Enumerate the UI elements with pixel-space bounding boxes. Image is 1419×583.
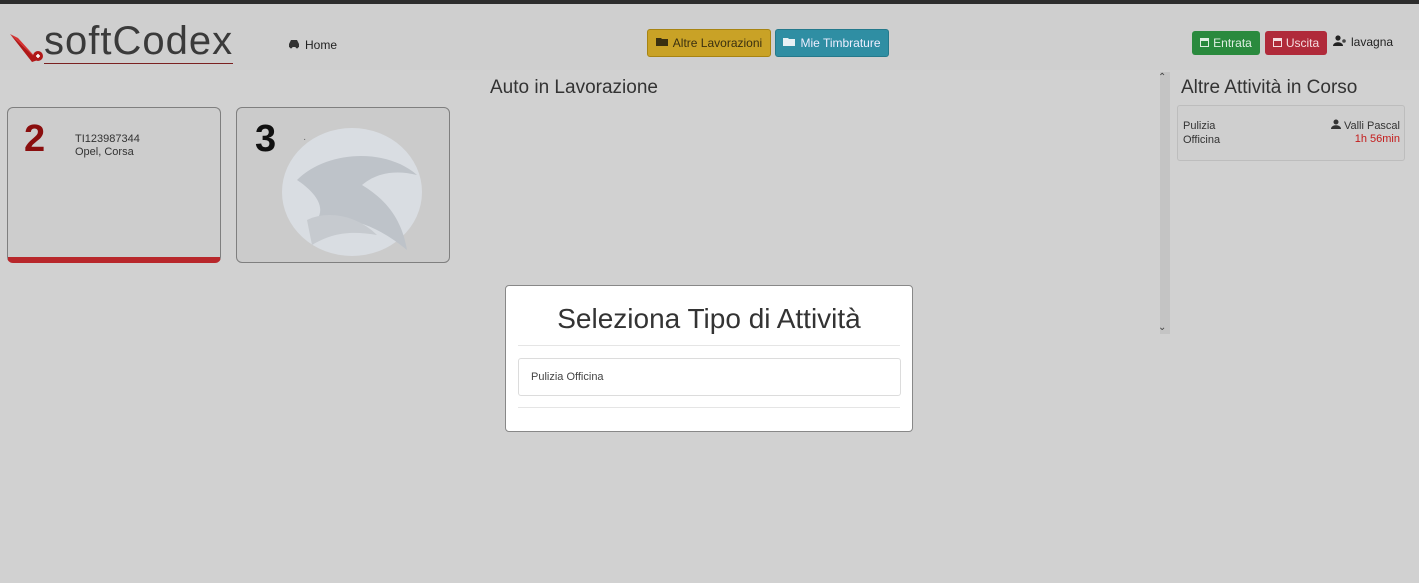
- dolphin-watermark-icon: [267, 120, 437, 260]
- home-label: Home: [305, 38, 338, 52]
- uscita-label: Uscita: [1285, 36, 1320, 50]
- folder-open-icon: [655, 36, 669, 50]
- user-label: lavagna: [1351, 35, 1394, 49]
- mie-timbrature-label: Mie Timbrature: [800, 36, 881, 50]
- scroll-up-icon[interactable]: ⌃: [1158, 72, 1166, 83]
- activity-name: Pulizia Officina: [1183, 119, 1220, 147]
- activity-type-modal: Seleziona Tipo di Attività Pulizia Offic…: [505, 285, 913, 432]
- card-model: Opel, Corsa: [75, 146, 134, 158]
- modal-divider: [518, 407, 900, 408]
- vehicle-card[interactable]: 3 ·: [236, 107, 450, 263]
- calendar-icon: [1200, 36, 1210, 50]
- altre-lavorazioni-button[interactable]: Altre Lavorazioni: [647, 29, 771, 57]
- card-info: TI123987344 Opel, Corsa: [75, 133, 140, 159]
- card-number: 2: [24, 118, 46, 160]
- header: softCodex Home Altre Lavorazioni Mie Tim…: [0, 4, 1419, 70]
- home-link[interactable]: Home: [287, 38, 337, 52]
- entrata-label: Entrata: [1213, 36, 1252, 50]
- person-name: Valli Pascal: [1343, 119, 1400, 132]
- uscita-button[interactable]: Uscita: [1265, 31, 1327, 55]
- logo-text: softCodex: [44, 19, 234, 64]
- section-title: Auto in Lavorazione: [490, 77, 658, 98]
- calendar-icon: [1272, 36, 1282, 50]
- users-icon: [1333, 35, 1347, 49]
- card-marker: ·: [303, 134, 307, 145]
- user-icon: [1330, 119, 1341, 132]
- app-root: softCodex Home Altre Lavorazioni Mie Tim…: [0, 4, 1419, 583]
- vehicle-card[interactable]: 2 TI123987344 Opel, Corsa: [7, 107, 221, 263]
- scrollbar[interactable]: [1160, 72, 1170, 334]
- folder-open-icon: [783, 36, 796, 50]
- car-icon: [287, 38, 301, 52]
- elapsed-time: 1h 56min: [1354, 133, 1400, 145]
- activity-item[interactable]: Pulizia Officina Valli Pascal 1h 56min: [1177, 105, 1405, 161]
- mie-timbrature-button[interactable]: Mie Timbrature: [775, 29, 889, 57]
- activity-option[interactable]: Pulizia Officina: [518, 358, 901, 396]
- modal-divider: [518, 345, 900, 346]
- logo-mark-icon: [8, 24, 44, 64]
- card-number: 3: [255, 118, 277, 160]
- sidebar-title: Altre Attività in Corso: [1181, 77, 1358, 98]
- modal-title: Seleziona Tipo di Attività: [557, 303, 861, 334]
- activity-person: Valli Pascal: [1330, 119, 1400, 132]
- user-menu[interactable]: lavagna: [1333, 35, 1393, 49]
- entrata-button[interactable]: Entrata: [1192, 31, 1260, 55]
- altre-lavorazioni-label: Altre Lavorazioni: [672, 36, 763, 50]
- activity-line1: Pulizia: [1183, 120, 1216, 132]
- card-plate: TI123987344: [75, 133, 140, 145]
- scroll-down-icon[interactable]: ⌄: [1158, 322, 1166, 333]
- logo[interactable]: softCodex: [8, 18, 234, 64]
- activity-line2: Officina: [1183, 134, 1221, 146]
